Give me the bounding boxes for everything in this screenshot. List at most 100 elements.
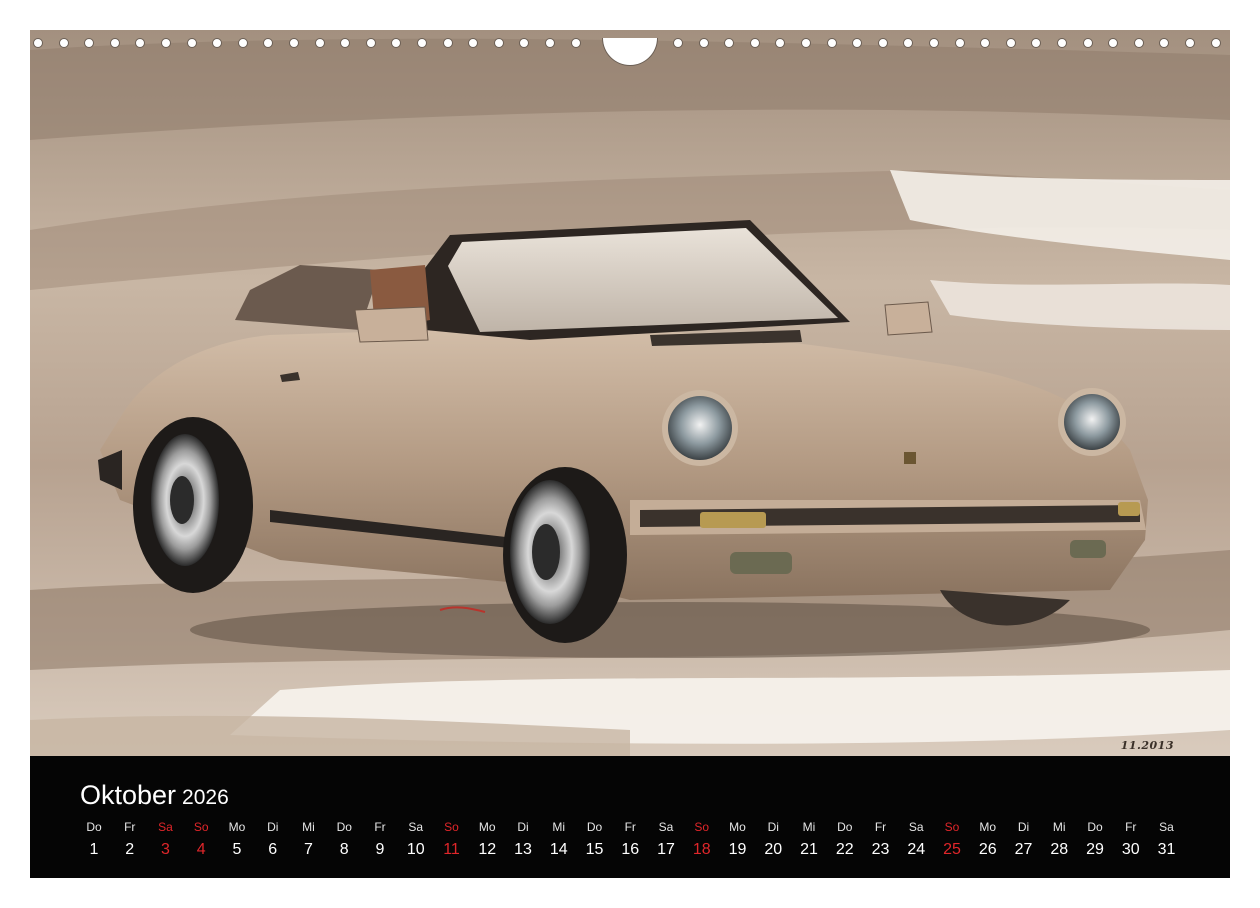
weekday-label: Mo [228,820,246,834]
weekday-label: Mo [478,820,496,834]
day-number: 31 [1157,841,1176,858]
binding-hole [903,38,914,48]
cabriolet-illustration [30,30,1230,756]
binding-hole [1057,38,1067,48]
weekday-label: Mi [302,820,315,834]
weekday-label: Sa [1159,820,1174,834]
binding-hole [340,38,351,48]
binding-hole [33,38,43,48]
binding-hole [673,38,683,48]
day-number: 22 [835,841,854,858]
weekday-label: Fr [124,820,136,834]
binding-hole [698,38,709,48]
day-number: 17 [657,841,675,858]
weekday-label: Di [767,820,779,834]
day-number: 8 [339,841,349,858]
day-number: 15 [585,841,604,858]
day-number: 23 [871,841,890,858]
weekday-label: Sa [908,820,924,834]
weekday-label: Di [1017,820,1030,834]
weekday-label: So [694,820,710,834]
weekday-label: Sa [658,820,674,834]
weekday-label: Mo [979,820,997,834]
weekday-label: Sa [158,820,173,834]
binding-hole [442,38,453,48]
binding-hole [980,38,991,48]
binding-hole [570,38,581,48]
weekday-label: So [944,820,960,834]
weekday-label: Do [586,820,603,834]
day-number: 3 [161,841,170,858]
binding-hole [391,38,402,48]
weekday-label: Di [517,820,529,834]
artwork-signature: 11.2013 [1120,739,1174,752]
weekday-label: Do [336,820,352,834]
binding-hole [135,38,146,48]
day-number: 5 [232,841,242,858]
weekday-label: Mi [552,820,566,834]
weekday-label: Mi [802,820,816,834]
binding-hole [1159,38,1170,48]
binding-hole [1082,38,1093,48]
day-number: 11 [443,841,460,858]
binding-hole [186,38,197,48]
weekday-label: Do [86,820,102,834]
calendar-grid: Oktober 2026 Do 1 Fr 2 Sa 3 So 4 Mo 5 Di 6 Mi 7 Do 8 Fr 9 S… [30,756,1230,878]
weekday-label: Mi [1052,820,1066,834]
calendar-page: 11.2013 Oktober 2026 Do 1 Fr 2 Sa 3 So 4 Mo 5 Di 6 Mi… [30,30,1230,878]
binding-hole [314,38,325,48]
day-number: 30 [1121,841,1140,858]
day-number: 27 [1014,841,1033,858]
day-number: 12 [478,841,497,858]
binding-hole [929,38,939,48]
binding-hole [417,38,427,48]
binding-hole [365,38,376,48]
binding-hole [58,38,69,48]
day-number: 20 [764,841,783,858]
day-number: 28 [1050,841,1069,858]
day-number: 13 [514,841,532,858]
binding-hole [212,38,223,48]
weekday-label: Do [837,820,853,834]
binding-hole [468,38,479,48]
day-number: 9 [375,841,385,858]
binding-hole [1185,38,1195,48]
binding-holes [30,38,1230,66]
binding-hole [237,38,248,48]
binding-hole [493,38,504,48]
day-number: 10 [406,841,425,858]
weekday-label: Fr [1125,820,1137,834]
binding-hole [84,38,95,48]
day-number: 7 [304,841,313,858]
binding-hole [289,38,299,48]
weekday-label: Mo [729,820,746,834]
binding-hole [852,38,863,48]
weekday-label: So [193,820,209,834]
day-number: 21 [800,841,818,858]
day-number: 16 [621,841,640,858]
day-number: 4 [196,841,206,858]
weekday-label: Fr [374,820,386,834]
binding-hole [1133,38,1144,48]
binding-hole [161,38,171,48]
binding-hole [724,38,735,48]
weekday-label: Do [1087,820,1103,834]
day-number: 1 [89,841,99,858]
day-number: 24 [907,841,926,858]
weekday-label: So [444,820,459,834]
day-number: 29 [1086,841,1104,858]
day-number: 2 [125,841,135,858]
binding-hole [877,38,888,48]
binding-hole [1005,38,1016,48]
day-number: 18 [692,841,711,858]
binding-hole [1210,38,1221,48]
binding-hole [109,38,120,48]
binding-hole [1031,38,1042,48]
day-number: 14 [549,841,568,858]
binding-hole [954,38,965,48]
weekday-label: Fr [624,820,636,834]
binding-hole [545,38,555,48]
binding-hole [1108,38,1119,48]
binding-hole [801,38,811,48]
binding-hole [519,38,530,48]
